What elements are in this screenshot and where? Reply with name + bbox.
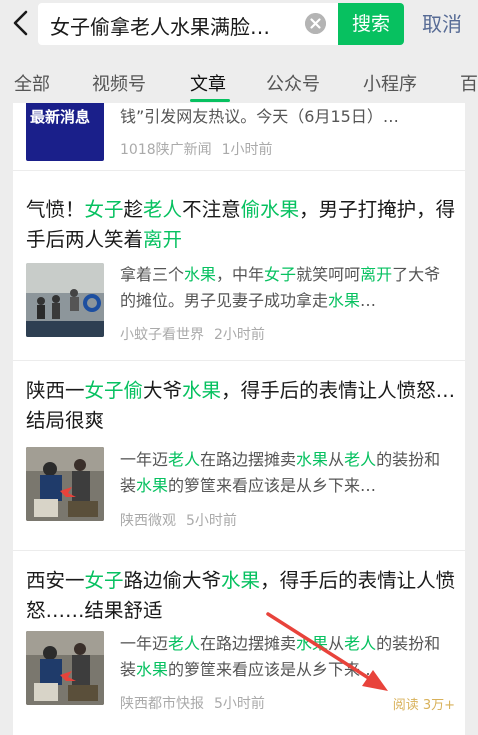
- highlight-keyword: 水果: [136, 476, 169, 495]
- article-thumbnail: [26, 263, 104, 337]
- tab-all[interactable]: 全部: [14, 70, 50, 96]
- text-segment: 不注意: [182, 198, 241, 221]
- highlight-keyword: 水果: [184, 265, 217, 284]
- highlight-keyword: 老人: [344, 450, 377, 469]
- highlight-keyword: 水果: [221, 569, 261, 592]
- search-button[interactable]: 搜索: [338, 3, 404, 45]
- highlight-keyword: 水果: [296, 634, 329, 653]
- highlight-keyword: 偷水果: [240, 198, 300, 221]
- result-time: 5小时前: [214, 696, 265, 712]
- back-arrow-icon[interactable]: [10, 8, 32, 38]
- thumbnail-badge-text: 最新消息: [30, 108, 91, 126]
- news-thumbnail: 最新消息: [26, 103, 104, 161]
- result-time: 5小时前: [186, 513, 237, 529]
- highlight-keyword: 老人: [168, 634, 201, 653]
- highlight-keyword: 水果: [328, 291, 361, 310]
- result-meta: 小蚊子看世界 2小时前: [120, 324, 265, 344]
- text-segment: 在路边摆摊卖: [200, 634, 297, 653]
- result-meta: 1018陕广新闻 1小时前: [120, 139, 273, 159]
- text-segment: 就笑呵呵: [296, 265, 361, 284]
- text-segment: 大爷: [143, 379, 183, 402]
- text-segment: 一年迈: [120, 634, 169, 653]
- tab-more[interactable]: 百: [460, 70, 478, 96]
- text-segment: 趁: [123, 198, 144, 221]
- tab-official-accounts[interactable]: 公众号: [266, 70, 320, 96]
- list-item[interactable]: 最新消息 钱”引发网友热议。今天（6月15日）… 1018陕广新闻 1小时前: [13, 103, 465, 171]
- result-time: 1小时前: [221, 142, 273, 158]
- result-meta: 陕西都市快报 5小时前: [120, 693, 265, 713]
- result-snippet: 钱”引发网友热议。今天（6月15日）…: [120, 107, 399, 126]
- highlight-keyword: 女子偷: [84, 379, 144, 402]
- text-segment: 拿着三个: [120, 265, 185, 284]
- highlight-keyword: 离开: [143, 228, 183, 251]
- text-segment: 西安一: [26, 569, 85, 592]
- article-thumbnail: [26, 631, 104, 705]
- text-segment: …: [360, 291, 377, 310]
- result-source: 陕西都市快报: [120, 696, 204, 712]
- read-count: 阅读 3万+: [392, 698, 455, 713]
- list-item[interactable]: 陕西一女子偷大爷水果，得手后的表情让人愤怒…结局很爽 一年迈老人在路边摆摊卖水果…: [13, 361, 465, 551]
- text-segment: 在路边摆摊卖: [200, 450, 297, 469]
- result-source: 陕西微观: [120, 513, 176, 529]
- highlight-keyword: 女子: [84, 569, 124, 592]
- tab-articles[interactable]: 文章: [190, 70, 226, 96]
- highlight-keyword: 水果: [296, 450, 329, 469]
- highlight-keyword: 水果: [182, 379, 222, 402]
- result-snippet: 一年迈老人在路边摆摊卖水果从老人的装扮和装水果的箩筐来看应该是从乡下来…: [120, 631, 452, 683]
- list-item[interactable]: 气愤！女子趁老人不注意偷水果，男子打掩护，得手后两人笑着离开 拿着三个水果，中年…: [13, 171, 465, 361]
- result-title[interactable]: 西安一女子路边偷大爷水果，得手后的表情让人愤怒……结果舒适: [26, 566, 456, 626]
- tab-video[interactable]: 视频号: [92, 70, 146, 96]
- text-segment: 从: [328, 450, 345, 469]
- search-input[interactable]: 女子偷拿老人水果满脸…: [38, 3, 338, 45]
- result-snippet: 一年迈老人在路边摆摊卖水果从老人的装扮和装水果的箩筐来看应该是从乡下来…: [120, 447, 452, 499]
- result-title[interactable]: 陕西一女子偷大爷水果，得手后的表情让人愤怒…结局很爽: [26, 376, 456, 436]
- highlight-keyword: 水果: [136, 660, 169, 679]
- text-segment: ，中年: [216, 265, 265, 284]
- highlight-keyword: 老人: [168, 450, 201, 469]
- cancel-button[interactable]: 取消: [422, 8, 462, 37]
- list-item[interactable]: 西安一女子路边偷大爷水果，得手后的表情让人愤怒……结果舒适 一年迈老人在路边摆摊…: [13, 551, 465, 735]
- text-segment: 路边偷大爷: [123, 569, 222, 592]
- highlight-keyword: 老人: [344, 634, 377, 653]
- result-meta: 陕西微观 5小时前: [120, 510, 237, 530]
- results-list: 最新消息 钱”引发网友热议。今天（6月15日）… 1018陕广新闻 1小时前 气愤…: [13, 103, 465, 735]
- highlight-keyword: 女子: [264, 265, 297, 284]
- result-time: 2小时前: [214, 327, 265, 343]
- result-source: 1018陕广新闻: [120, 142, 212, 158]
- text-segment: 一年迈: [120, 450, 169, 469]
- text-segment: 从: [328, 634, 345, 653]
- text-segment: 的箩筐来看应该是从乡下来…: [168, 476, 377, 495]
- highlight-keyword: 老人: [143, 198, 183, 221]
- result-snippet: 拿着三个水果，中年女子就笑呵呵离开了大爷的摊位。男子见妻子成功拿走水果…: [120, 262, 452, 314]
- category-tabs: 全部 视频号 文章 公众号 小程序 百: [0, 58, 478, 102]
- highlight-keyword: 离开: [360, 265, 393, 284]
- result-title[interactable]: 气愤！女子趁老人不注意偷水果，男子打掩护，得手后两人笑着离开: [26, 195, 456, 255]
- result-source: 小蚊子看世界: [120, 327, 204, 343]
- search-query-text[interactable]: 女子偷拿老人水果满脸…: [50, 11, 300, 40]
- clear-icon[interactable]: [305, 13, 326, 34]
- text-segment: 陕西一: [26, 379, 85, 402]
- highlight-keyword: 女子: [84, 198, 124, 221]
- text-segment: 气愤！: [26, 198, 85, 221]
- article-thumbnail: [26, 447, 104, 521]
- text-segment: 的箩筐来看应该是从乡下来…: [168, 660, 377, 679]
- active-tab-indicator: [190, 99, 230, 102]
- search-header: 女子偷拿老人水果满脸… 搜索 取消: [0, 0, 478, 50]
- tab-mini-programs[interactable]: 小程序: [363, 70, 417, 96]
